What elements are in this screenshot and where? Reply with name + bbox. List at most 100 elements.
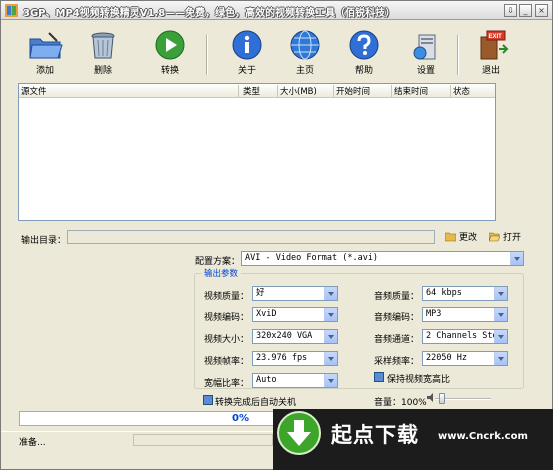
window-title: 3GP、MP4视频转换精灵V1.8——免费，绿色，高效的视频转换工具（佰锐科技） bbox=[23, 8, 396, 19]
video-codec-select[interactable]: XviD bbox=[252, 307, 338, 322]
aspect-label: 宽幅比率： bbox=[204, 379, 250, 389]
close-button[interactable]: × bbox=[535, 4, 548, 17]
keep-ratio-checkbox[interactable] bbox=[374, 372, 384, 382]
about-label: 关于 bbox=[237, 66, 256, 76]
column-source-file[interactable]: 源文件 bbox=[19, 85, 239, 97]
video-fps-select[interactable]: 23.976 fps bbox=[252, 351, 338, 366]
toolbar-separator bbox=[206, 35, 208, 75]
file-list[interactable]: 源文件 类型 大小(MB) 开始时间 结束时间 状态 bbox=[18, 83, 496, 221]
chevron-down-icon[interactable] bbox=[494, 308, 507, 321]
folder-add-icon bbox=[29, 32, 63, 59]
video-codec-label: 视频编码： bbox=[204, 313, 250, 323]
column-end-time[interactable]: 结束时间 bbox=[392, 85, 451, 97]
video-size-label: 视频大小： bbox=[204, 335, 250, 345]
convert-label: 转换 bbox=[160, 66, 179, 76]
chevron-down-icon[interactable] bbox=[324, 352, 337, 365]
speaker-icon bbox=[427, 393, 433, 402]
tray-button[interactable]: ⇩ bbox=[504, 4, 517, 17]
exit-icon: EXIT bbox=[480, 30, 509, 60]
chevron-down-icon[interactable] bbox=[324, 308, 337, 321]
settings-button[interactable]: 设置 bbox=[404, 29, 448, 79]
banner-title: 起点下载 bbox=[331, 423, 419, 447]
open-folder-icon bbox=[489, 232, 500, 242]
play-icon bbox=[155, 30, 185, 60]
column-size[interactable]: 大小(MB) bbox=[278, 85, 334, 97]
home-button[interactable]: 主页 bbox=[283, 29, 327, 79]
column-type[interactable]: 类型 bbox=[241, 85, 278, 97]
add-label: 添加 bbox=[35, 66, 54, 76]
exit-sign-text: EXIT bbox=[489, 34, 503, 40]
main-window: 3GP、MP4视频转换精灵V1.8——免费，绿色，高效的视频转换工具（佰锐科技）… bbox=[0, 0, 553, 470]
delete-button[interactable]: 删除 bbox=[81, 29, 125, 79]
preset-value: AVI - Video Format (*.avi) bbox=[245, 253, 379, 263]
volume-label: 音量：100% bbox=[374, 398, 427, 408]
audio-quality-label: 音频质量： bbox=[374, 292, 420, 302]
convert-button[interactable]: 转换 bbox=[148, 29, 192, 79]
video-codec-value: XviD bbox=[256, 309, 277, 319]
output-dir-label: 输出目录： bbox=[21, 236, 67, 246]
preset-select[interactable]: AVI - Video Format (*.avi) bbox=[241, 251, 524, 266]
output-params-legend: 输出参数 bbox=[201, 267, 242, 279]
settings-icon bbox=[413, 34, 436, 60]
change-dir-label: 更改 bbox=[459, 233, 478, 243]
help-label: 帮助 bbox=[354, 66, 373, 76]
open-dir-button[interactable]: 打开 bbox=[489, 230, 521, 243]
aspect-value: Auto bbox=[256, 375, 277, 385]
open-dir-label: 打开 bbox=[503, 233, 522, 243]
globe-icon bbox=[290, 30, 320, 60]
status-pane bbox=[133, 434, 273, 446]
audio-codec-select[interactable]: MP3 bbox=[422, 307, 508, 322]
change-dir-button[interactable]: 更改 bbox=[445, 230, 477, 243]
audio-channel-label: 音频通道： bbox=[374, 335, 420, 345]
info-icon bbox=[232, 30, 262, 60]
banner-url: www.Cncrk.com bbox=[438, 431, 528, 442]
folder-icon bbox=[445, 232, 456, 242]
column-start-time[interactable]: 开始时间 bbox=[334, 85, 392, 97]
delete-label: 删除 bbox=[93, 66, 112, 76]
video-fps-label: 视频帧率： bbox=[204, 357, 250, 367]
title-bar[interactable]: 3GP、MP4视频转换精灵V1.8——免费，绿色，高效的视频转换工具（佰锐科技）… bbox=[1, 1, 552, 20]
video-fps-value: 23.976 fps bbox=[256, 353, 308, 363]
chevron-down-icon[interactable] bbox=[324, 374, 337, 387]
audio-channel-select[interactable]: 2 Channels Stere bbox=[422, 329, 508, 344]
trash-icon bbox=[91, 32, 115, 59]
app-icon bbox=[5, 4, 18, 17]
video-quality-value: 好 bbox=[256, 288, 265, 298]
audio-codec-label: 音频编码： bbox=[374, 313, 420, 323]
download-arrow-logo bbox=[277, 411, 321, 455]
keep-ratio-label: 保持视频宽高比 bbox=[387, 375, 451, 385]
video-size-select[interactable]: 320x240 VGA bbox=[252, 329, 338, 344]
sample-rate-select[interactable]: 22050 Hz bbox=[422, 351, 508, 366]
chevron-down-icon[interactable] bbox=[510, 252, 523, 265]
toolbar-separator bbox=[457, 35, 459, 75]
toolbar: 添加 删除 转换 关于 主页 帮助 设置 EXIT 退出 bbox=[1, 21, 552, 81]
column-status[interactable]: 状态 bbox=[451, 85, 495, 97]
help-button[interactable]: 帮助 bbox=[342, 29, 386, 79]
audio-quality-select[interactable]: 64 kbps bbox=[422, 286, 508, 301]
add-button[interactable]: 添加 bbox=[23, 29, 67, 79]
chevron-down-icon[interactable] bbox=[494, 330, 507, 343]
auto-shutdown-label: 转换完成后自动关机 bbox=[215, 398, 297, 408]
exit-label: 退出 bbox=[481, 66, 500, 76]
auto-shutdown-checkbox[interactable] bbox=[203, 395, 213, 405]
minimize-button[interactable]: _ bbox=[519, 4, 532, 17]
aspect-select[interactable]: Auto bbox=[252, 373, 338, 388]
video-quality-select[interactable]: 好 bbox=[252, 286, 338, 301]
chevron-down-icon[interactable] bbox=[494, 287, 507, 300]
file-list-header: 源文件 类型 大小(MB) 开始时间 结束时间 状态 bbox=[19, 84, 495, 98]
about-button[interactable]: 关于 bbox=[225, 29, 269, 79]
exit-button[interactable]: EXIT 退出 bbox=[469, 29, 513, 79]
sample-rate-value: 22050 Hz bbox=[426, 353, 467, 363]
volume-slider-thumb[interactable] bbox=[439, 393, 445, 404]
download-arrow-icon bbox=[287, 420, 311, 446]
status-text: 准备... bbox=[19, 438, 46, 448]
chevron-down-icon[interactable] bbox=[494, 352, 507, 365]
output-dir-field[interactable] bbox=[67, 230, 435, 244]
home-label: 主页 bbox=[295, 66, 314, 76]
chevron-down-icon[interactable] bbox=[324, 287, 337, 300]
chevron-down-icon[interactable] bbox=[324, 330, 337, 343]
video-quality-label: 视频质量： bbox=[204, 292, 250, 302]
preset-label: 配置方案： bbox=[195, 257, 241, 267]
audio-quality-value: 64 kbps bbox=[426, 288, 462, 298]
progress-text: 0% bbox=[232, 413, 249, 424]
